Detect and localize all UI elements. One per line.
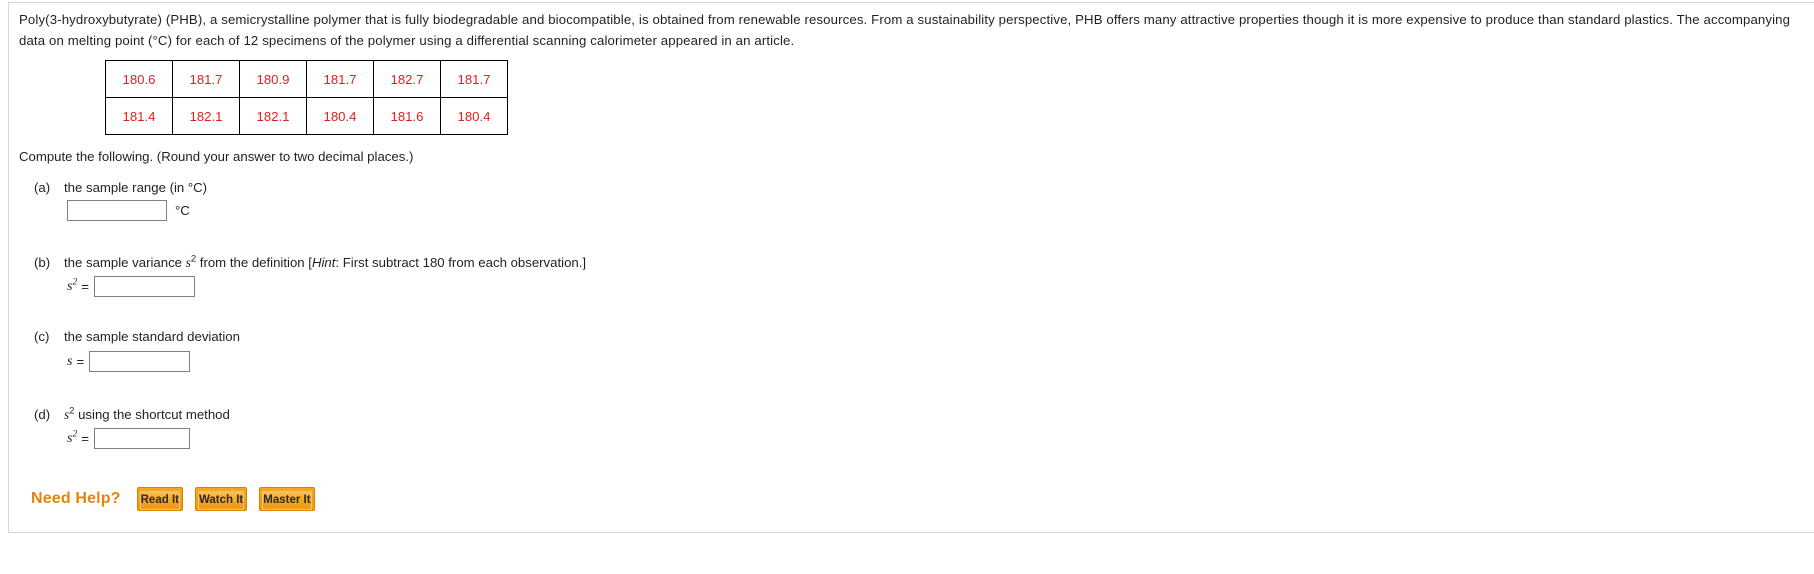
part-b-equals: = bbox=[81, 279, 89, 294]
part-a-answer-row: °C bbox=[67, 200, 190, 221]
part-c-input[interactable] bbox=[89, 351, 191, 372]
table-row: 181.4 182.1 182.1 180.4 181.6 180.4 bbox=[105, 97, 508, 135]
melting-point-data-table: 180.6 181.7 180.9 181.7 182.7 181.7 181.… bbox=[105, 60, 508, 135]
data-cell: 180.4 bbox=[306, 97, 374, 135]
data-table: 180.6 181.7 180.9 181.7 182.7 181.7 181.… bbox=[105, 60, 508, 135]
question-inner: Poly(3-hydroxybutyrate) (PHB), a semicry… bbox=[9, 3, 1814, 534]
read-it-button-label: Read It bbox=[139, 491, 180, 510]
part-d-text-after: using the shortcut method bbox=[74, 407, 230, 422]
part-d-answer-row: s2 = bbox=[67, 428, 190, 449]
compute-instruction: Compute the following. (Round your answe… bbox=[19, 149, 414, 164]
part-d-letter: (d) bbox=[34, 407, 51, 422]
part-a-unit: °C bbox=[175, 203, 190, 218]
part-d-input[interactable] bbox=[93, 428, 190, 449]
part-b-text-1: the sample variance bbox=[64, 255, 186, 270]
part-a-input[interactable] bbox=[67, 200, 167, 221]
data-cell: 182.1 bbox=[239, 97, 307, 135]
part-b-text: the sample variance s2 from the definiti… bbox=[64, 254, 587, 271]
part-c-letter: (c) bbox=[34, 329, 50, 344]
data-cell: 181.7 bbox=[172, 60, 240, 98]
table-row: 180.6 181.7 180.9 181.7 182.7 181.7 bbox=[105, 60, 508, 98]
part-d-text: s2 using the shortcut method bbox=[64, 406, 230, 423]
part-c-label: the sample standard deviation bbox=[64, 329, 240, 344]
part-b-answer-row: s2 = bbox=[67, 276, 195, 297]
part-d-answer-exponent: 2 bbox=[72, 428, 78, 439]
data-cell: 180.6 bbox=[105, 60, 173, 98]
master-it-button-label: Master It bbox=[262, 491, 312, 510]
part-d-answer-symbol: s2 bbox=[67, 428, 78, 447]
data-cell: 182.7 bbox=[373, 60, 441, 98]
part-a-letter: (a) bbox=[34, 180, 51, 195]
data-cell: 181.4 bbox=[105, 97, 173, 135]
part-b-input[interactable] bbox=[93, 276, 195, 297]
watch-it-button[interactable]: Watch It bbox=[194, 487, 248, 511]
master-it-button[interactable]: Master It bbox=[259, 487, 315, 511]
part-b-answer-exponent: 2 bbox=[72, 276, 78, 287]
part-b-text-2: from the definition [ bbox=[196, 255, 312, 270]
part-c-answer-symbol: s bbox=[67, 353, 73, 369]
data-cell: 181.6 bbox=[373, 97, 441, 135]
part-d-equals: = bbox=[81, 431, 89, 446]
part-b-letter: (b) bbox=[34, 255, 51, 270]
watch-it-button-label: Watch It bbox=[197, 491, 245, 510]
read-it-button[interactable]: Read It bbox=[136, 487, 183, 511]
data-cell: 181.7 bbox=[440, 60, 508, 98]
question-container: Poly(3-hydroxybutyrate) (PHB), a semicry… bbox=[8, 2, 1814, 533]
part-c-equals: = bbox=[76, 354, 85, 369]
data-cell: 180.9 bbox=[239, 60, 307, 98]
need-help-row: Need Help? Read It Watch It Master It bbox=[31, 487, 327, 511]
part-a-text: the sample range (in °C) bbox=[64, 180, 207, 195]
part-a-label: the sample range (in °C) bbox=[64, 180, 208, 195]
need-help-label: Need Help? bbox=[31, 490, 121, 507]
data-cell: 180.4 bbox=[440, 97, 508, 135]
part-c-text: the sample standard deviation bbox=[64, 329, 240, 344]
part-c-answer-row: s = bbox=[67, 351, 191, 372]
part-b-answer-symbol: s2 bbox=[67, 276, 78, 295]
problem-statement: Poly(3-hydroxybutyrate) (PHB), a semicry… bbox=[19, 12, 1791, 48]
data-cell: 181.7 bbox=[306, 60, 374, 98]
part-b-text-3: : First subtract 180 from each observati… bbox=[335, 255, 587, 270]
data-cell: 182.1 bbox=[172, 97, 240, 135]
part-b-hint-label: Hint bbox=[311, 255, 336, 270]
